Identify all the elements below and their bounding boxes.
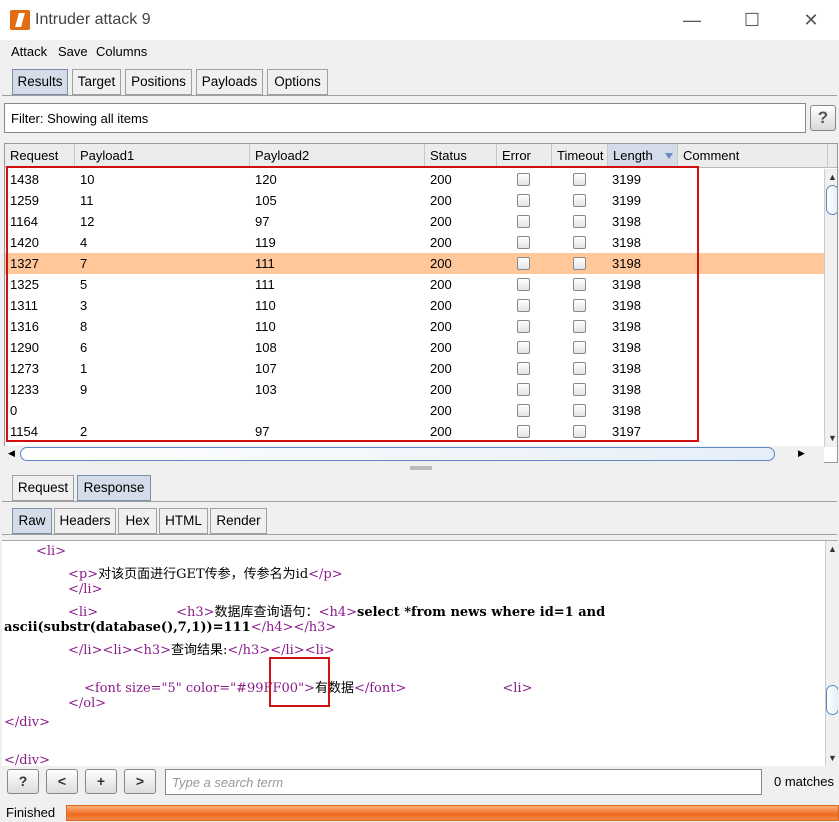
- column-payload1[interactable]: Payload1: [75, 144, 250, 168]
- filter-help-button[interactable]: ?: [810, 105, 836, 131]
- tab-response[interactable]: Response: [77, 475, 151, 501]
- search-input[interactable]: Type a search term: [165, 769, 762, 795]
- tab-request[interactable]: Request: [12, 475, 74, 501]
- horizontal-scroll-thumb[interactable]: [20, 447, 775, 461]
- minimize-button[interactable]: —: [679, 8, 705, 32]
- tab-payloads[interactable]: Payloads: [196, 69, 263, 95]
- menu-save[interactable]: Save: [58, 44, 88, 59]
- add-search-button[interactable]: +: [85, 769, 117, 794]
- filter-bar[interactable]: Filter: Showing all items: [4, 103, 806, 133]
- search-bar: ? < + > Type a search term 0 matches: [0, 766, 839, 798]
- code-line: <p>对该页面进行GET传参，传参名为id</p>: [68, 567, 343, 582]
- editor-scroll-up-icon[interactable]: ▲: [828, 544, 837, 554]
- progress-bar: [66, 805, 839, 821]
- detail-tab-divider: [2, 501, 837, 502]
- previous-match-button[interactable]: <: [46, 769, 78, 794]
- pane-splitter[interactable]: [410, 466, 432, 470]
- tab-raw[interactable]: Raw: [12, 508, 52, 534]
- window-title: Intruder attack 9: [35, 11, 151, 28]
- column-timeout[interactable]: Timeout: [552, 144, 608, 168]
- title-bar: Intruder attack 9 — ☐ ✕: [0, 0, 839, 40]
- response-editor[interactable]: <li> <p>对该页面进行GET传参，传参名为id</p> </li> <li…: [2, 540, 838, 766]
- tab-html[interactable]: HTML: [159, 508, 208, 534]
- menu-columns[interactable]: Columns: [96, 44, 147, 59]
- tab-divider: [2, 95, 837, 96]
- scroll-right-icon[interactable]: ▶: [798, 448, 805, 459]
- sort-descending-icon: [665, 153, 673, 159]
- tab-render[interactable]: Render: [210, 508, 267, 534]
- code-line: <li>: [36, 544, 67, 559]
- close-button[interactable]: ✕: [798, 8, 824, 32]
- column-payload2[interactable]: Payload2: [250, 144, 425, 168]
- table-header: Request Payload1 Payload2 Status Error T…: [5, 144, 837, 168]
- tab-headers[interactable]: Headers: [54, 508, 116, 534]
- tab-results[interactable]: Results: [12, 69, 68, 95]
- code-line: ascii(substr(database(),7,1))=111</h4></…: [4, 620, 337, 635]
- table-highlight-box: [6, 166, 699, 442]
- tab-hex[interactable]: Hex: [118, 508, 157, 534]
- code-line: </li><li><h3>查询结果:</h3></li><li>: [68, 643, 335, 658]
- code-line: </li>: [68, 582, 103, 597]
- filter-label: Filter: Showing all items: [11, 111, 149, 126]
- code-line: <li> <h3>数据库查询语句：<h4>select *from news wh…: [68, 605, 606, 620]
- code-line: </ol>: [68, 696, 107, 711]
- column-error[interactable]: Error: [497, 144, 552, 168]
- search-help-button[interactable]: ?: [7, 769, 39, 794]
- search-placeholder: Type a search term: [172, 775, 284, 790]
- status-text: Finished: [6, 805, 56, 820]
- code-line: </div>: [4, 753, 50, 766]
- editor-scroll-down-icon[interactable]: ▼: [828, 753, 837, 763]
- table-vertical-scrollbar[interactable]: ▲ ▼: [824, 169, 837, 447]
- next-match-button[interactable]: >: [124, 769, 156, 794]
- response-highlight-box: [269, 657, 330, 707]
- tab-positions[interactable]: Positions: [125, 69, 192, 95]
- editor-vertical-scrollbar[interactable]: ▲ ▼: [825, 541, 838, 766]
- scroll-up-icon[interactable]: ▲: [828, 172, 837, 182]
- column-request[interactable]: Request: [5, 144, 75, 168]
- table-scroll-thumb[interactable]: [826, 185, 837, 215]
- column-length[interactable]: Length: [608, 144, 678, 168]
- scroll-left-icon[interactable]: ◀: [8, 448, 15, 459]
- tab-options[interactable]: Options: [267, 69, 328, 95]
- column-comment[interactable]: Comment: [678, 144, 828, 168]
- menu-bar: Attack Save Columns: [0, 40, 839, 64]
- burp-app-icon: [10, 10, 30, 30]
- column-status[interactable]: Status: [425, 144, 497, 168]
- table-horizontal-scrollbar[interactable]: ◀ ▶: [4, 446, 824, 463]
- view-tab-divider: [2, 534, 837, 535]
- status-bar: Finished: [0, 800, 839, 822]
- editor-scroll-thumb[interactable]: [826, 685, 838, 715]
- scroll-down-icon[interactable]: ▼: [828, 433, 837, 443]
- code-line: </div>: [4, 715, 50, 730]
- tab-target[interactable]: Target: [72, 69, 121, 95]
- match-count: 0 matches: [774, 774, 834, 789]
- menu-attack[interactable]: Attack: [11, 44, 47, 59]
- column-length-label: Length: [613, 148, 653, 163]
- maximize-button[interactable]: ☐: [739, 8, 765, 32]
